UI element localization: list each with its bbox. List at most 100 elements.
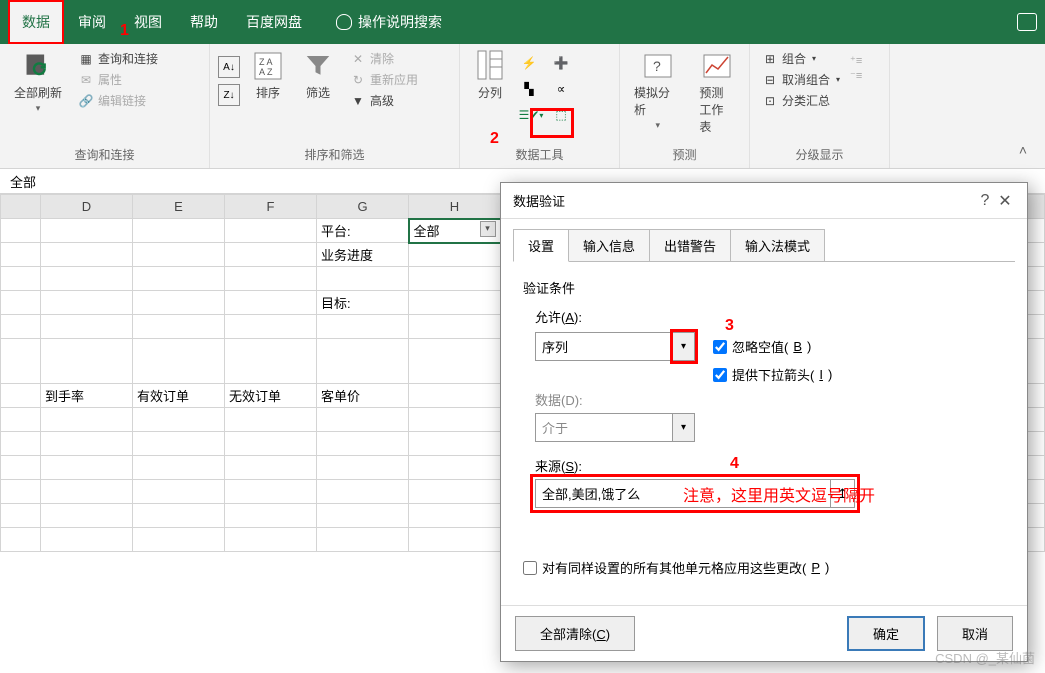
- refresh-all-button[interactable]: 全部刷新 ▾: [8, 48, 68, 116]
- group-label-connections: 查询和连接: [8, 143, 201, 166]
- cancel-button[interactable]: 取消: [937, 616, 1013, 651]
- menu-tab-data[interactable]: 数据: [8, 0, 64, 44]
- whatif-button[interactable]: ? 模拟分析 ▾: [628, 48, 687, 133]
- menu-tab-review[interactable]: 审阅: [64, 0, 120, 44]
- flash-fill-icon[interactable]: ⚡: [518, 52, 540, 74]
- cell[interactable]: 无效订单: [225, 384, 317, 408]
- advanced-icon: ▼: [350, 93, 366, 109]
- whatif-icon: ?: [642, 50, 674, 82]
- ignore-blank-checkbox[interactable]: 忽略空值(B): [713, 337, 811, 356]
- col-header[interactable]: E: [133, 195, 225, 219]
- refresh-icon: [22, 50, 54, 82]
- data-select: 介于: [535, 413, 673, 442]
- apply-others-input[interactable]: [523, 561, 537, 575]
- sort-button[interactable]: Z AA Z 排序: [246, 48, 290, 103]
- expand-icon[interactable]: ⁺≡: [850, 54, 862, 67]
- reapply-label: 重新应用: [370, 71, 418, 88]
- dialog-help-icon[interactable]: ?: [975, 192, 995, 210]
- col-header[interactable]: H: [409, 195, 501, 219]
- group-rows-label: 组合: [782, 50, 806, 67]
- apply-others-checkbox[interactable]: 对有同样设置的所有其他单元格应用这些更改(P): [523, 558, 829, 577]
- advanced-label: 高级: [370, 92, 394, 109]
- text-to-columns-button[interactable]: 分列: [468, 48, 512, 103]
- cell[interactable]: 目标:: [317, 291, 409, 315]
- group-button[interactable]: ⊞组合▾: [758, 48, 844, 69]
- queries-label: 查询和连接: [98, 50, 158, 67]
- whatif-label: 模拟分析: [634, 84, 681, 118]
- tab-settings[interactable]: 设置: [513, 229, 569, 262]
- tab-input-message[interactable]: 输入信息: [568, 229, 650, 262]
- group-label-forecast: 预测: [628, 143, 741, 166]
- menu-tab-help[interactable]: 帮助: [176, 0, 232, 44]
- share-icon[interactable]: [1017, 13, 1037, 31]
- dialog-close-icon[interactable]: ✕: [995, 191, 1015, 211]
- filter-icon: [302, 50, 334, 82]
- allow-dropdown-arrow[interactable]: ▾: [673, 332, 695, 361]
- dropdown-input[interactable]: [713, 368, 727, 382]
- source-label: 来源(S):: [535, 456, 1005, 475]
- tell-me-label: 操作说明搜索: [358, 12, 442, 32]
- filter-button[interactable]: 筛选: [296, 48, 340, 103]
- sort-icon: Z AA Z: [252, 50, 284, 82]
- tab-ime-mode[interactable]: 输入法模式: [730, 229, 825, 262]
- text-to-columns-label: 分列: [478, 84, 502, 101]
- ok-button[interactable]: 确定: [847, 616, 925, 651]
- allow-select[interactable]: 序列: [535, 332, 673, 361]
- remove-dup-icon[interactable]: ▚: [518, 78, 540, 100]
- annotation-2: 2: [490, 130, 499, 148]
- svg-text:Z A: Z A: [259, 57, 273, 67]
- queries-connections-button[interactable]: ▦查询和连接: [74, 48, 162, 69]
- subtotal-icon: ⊡: [762, 93, 778, 109]
- sort-asc-icon[interactable]: A↓: [218, 56, 240, 78]
- properties-button[interactable]: ✉属性: [74, 69, 162, 90]
- queries-icon: ▦: [78, 51, 94, 67]
- col-header[interactable]: G: [317, 195, 409, 219]
- subtotal-label: 分类汇总: [782, 92, 830, 109]
- data-validation-dialog: 数据验证 ? ✕ 设置 输入信息 出错警告 输入法模式 验证条件 允许(A): …: [500, 182, 1028, 662]
- col-header[interactable]: D: [41, 195, 133, 219]
- watermark: CSDN @_某仙菌: [935, 648, 1035, 667]
- links-icon: 🔗: [78, 93, 94, 109]
- cell-selected[interactable]: 全部 ▾: [409, 219, 501, 243]
- cell[interactable]: 到手率: [41, 384, 133, 408]
- cell[interactable]: 有效订单: [133, 384, 225, 408]
- section-label: 验证条件: [523, 278, 1005, 297]
- annotation-1: 1: [120, 22, 129, 40]
- edit-links-button[interactable]: 🔗编辑链接: [74, 90, 162, 111]
- bulb-icon: [336, 14, 352, 30]
- sort-desc-icon[interactable]: Z↓: [218, 84, 240, 106]
- formula-value: 全部: [10, 175, 36, 190]
- cell-value: 全部: [414, 224, 440, 239]
- collapse-icon[interactable]: ⁻≡: [850, 69, 862, 82]
- tell-me-search[interactable]: 操作说明搜索: [336, 12, 442, 32]
- filter-label: 筛选: [306, 84, 330, 101]
- in-cell-dropdown-checkbox[interactable]: 提供下拉箭头(I): [713, 365, 832, 384]
- menu-tab-baidu[interactable]: 百度网盘: [232, 0, 316, 44]
- ungroup-button[interactable]: ⊟取消组合▾: [758, 69, 844, 90]
- data-label: 数据(D):: [535, 390, 1005, 409]
- text-to-columns-icon: [474, 50, 506, 82]
- reapply-button[interactable]: ↻重新应用: [346, 69, 422, 90]
- ungroup-label: 取消组合: [782, 71, 830, 88]
- annotation-box-2: [530, 108, 574, 138]
- properties-label: 属性: [98, 71, 122, 88]
- forecast-button[interactable]: 预测 工作表: [693, 48, 741, 137]
- tab-error-alert[interactable]: 出错警告: [649, 229, 731, 262]
- advanced-filter-button[interactable]: ▼高级: [346, 90, 422, 111]
- consolidate-icon[interactable]: ➕: [550, 52, 572, 74]
- properties-icon: ✉: [78, 72, 94, 88]
- cell[interactable]: 平台:: [317, 219, 409, 243]
- col-header[interactable]: F: [225, 195, 317, 219]
- cell[interactable]: 业务进度: [317, 243, 409, 267]
- subtotal-button[interactable]: ⊡分类汇总: [758, 90, 844, 111]
- group-label-sortfilter: 排序和筛选: [218, 143, 451, 166]
- edit-links-label: 编辑链接: [98, 92, 146, 109]
- menu-bar: 数据 审阅 视图 帮助 百度网盘 操作说明搜索: [0, 0, 1045, 44]
- ignore-blank-input[interactable]: [713, 340, 727, 354]
- cell[interactable]: 客单价: [317, 384, 409, 408]
- dropdown-arrow-icon[interactable]: ▾: [480, 221, 496, 237]
- clear-all-button[interactable]: 全部清除(C): [515, 616, 635, 651]
- collapse-ribbon-icon[interactable]: ˄: [1019, 142, 1027, 158]
- clear-filter-button[interactable]: ✕清除: [346, 48, 422, 69]
- relationships-icon[interactable]: ∝: [550, 78, 572, 100]
